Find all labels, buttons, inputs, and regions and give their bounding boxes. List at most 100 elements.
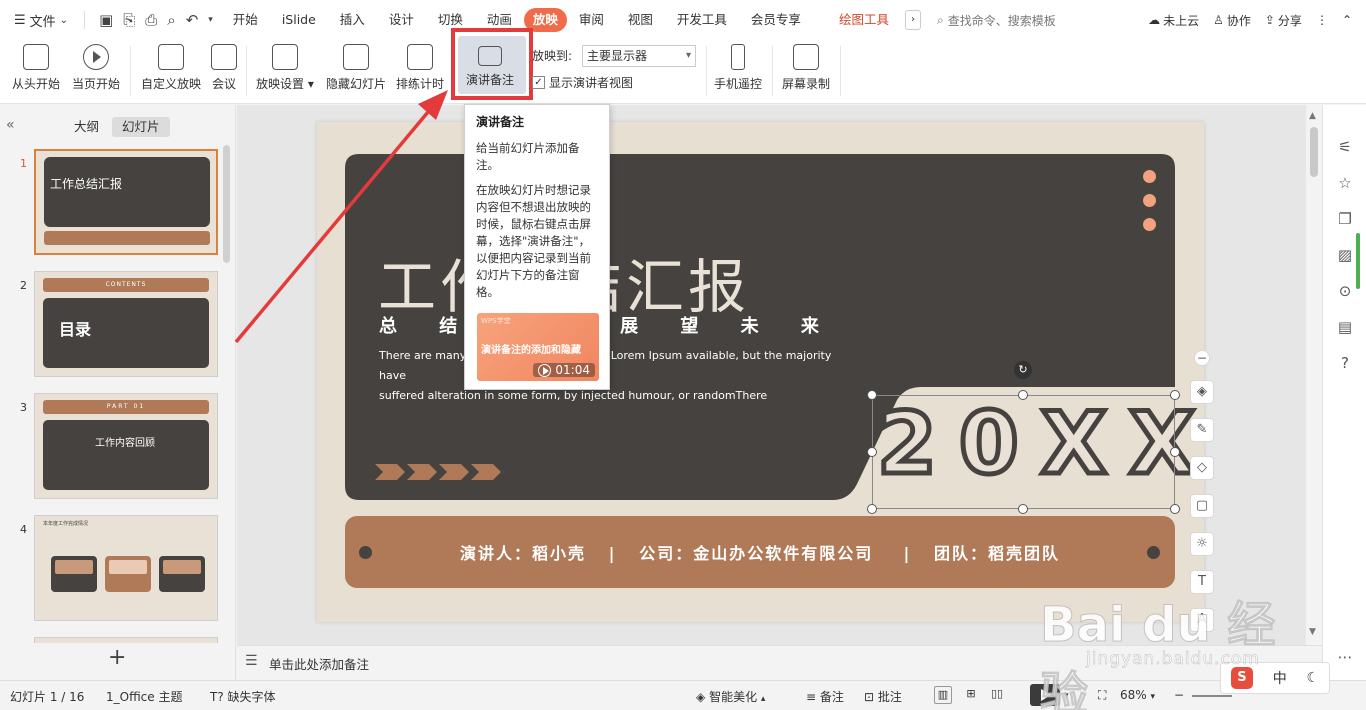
cloud-button[interactable]: ☁ 未上云 bbox=[1148, 12, 1199, 29]
tab-review[interactable]: 审阅 bbox=[567, 8, 616, 32]
properties-icon[interactable]: ⚟ bbox=[1335, 137, 1355, 157]
resize-handle[interactable] bbox=[1170, 447, 1180, 457]
fill-icon[interactable]: ◇ bbox=[1190, 456, 1214, 480]
zoom-slider[interactable] bbox=[1192, 695, 1232, 697]
slide-thumbnail-3[interactable]: PART 01 工作内容回顾 bbox=[34, 393, 218, 499]
slide-thumbnail-1[interactable]: 工作总结汇报 20XX bbox=[34, 149, 218, 255]
tab-member[interactable]: 会员专享 bbox=[739, 8, 813, 32]
file-menu[interactable]: ☰ 文件 ⌄ bbox=[0, 0, 78, 40]
reading-view-button[interactable]: ▯▯ bbox=[988, 686, 1006, 704]
resize-handle[interactable] bbox=[867, 504, 877, 514]
print-preview-icon[interactable]: ⌕ bbox=[167, 11, 175, 29]
collapse-ribbon-icon[interactable]: ⌃ bbox=[1342, 13, 1352, 27]
text-style-icon[interactable]: A bbox=[1190, 608, 1214, 632]
save-icon[interactable]: ▣ bbox=[99, 11, 113, 29]
chevron-up-icon: ▴ bbox=[760, 694, 766, 704]
play-from-current-button[interactable]: 当页开始 bbox=[72, 44, 120, 92]
play-options-icon[interactable]: ▾ bbox=[1064, 691, 1069, 701]
brush-icon[interactable]: ✎ bbox=[1190, 418, 1214, 442]
export-pdf-icon[interactable]: ⎘ bbox=[123, 11, 135, 29]
normal-view-button[interactable]: ▥ bbox=[934, 686, 952, 704]
copy-icon[interactable]: ❐ bbox=[1335, 209, 1355, 229]
tab-drawing-tools[interactable]: 绘图工具 bbox=[827, 8, 901, 32]
more-icon[interactable]: ⋯ bbox=[1335, 647, 1355, 667]
play-from-start-button[interactable]: 从头开始 bbox=[12, 44, 60, 92]
star-icon[interactable]: ☆ bbox=[1335, 173, 1355, 193]
scroll-down-icon[interactable]: ▼ bbox=[1309, 627, 1316, 637]
grid-view-button[interactable]: ⊞ bbox=[962, 686, 980, 704]
undo-icon[interactable]: ↶ bbox=[186, 11, 199, 29]
share-button[interactable]: ⇪ 分享 bbox=[1265, 12, 1302, 29]
rehearse-timing-button[interactable]: 排练计时 bbox=[396, 44, 444, 92]
location-icon[interactable]: ⊙ bbox=[1335, 281, 1355, 301]
meeting-button[interactable]: 会议 bbox=[211, 44, 237, 92]
tooltip-description: 给当前幻灯片添加备注。 bbox=[476, 141, 580, 172]
tab-view[interactable]: 视图 bbox=[616, 8, 665, 32]
fit-window-icon[interactable]: ⛶ bbox=[1098, 688, 1106, 703]
command-search[interactable]: ⌕ 查找命令、搜索模板 bbox=[937, 12, 1056, 29]
canvas-vertical-scrollbar[interactable]: ▲ ▼ bbox=[1306, 105, 1322, 645]
screen-record-button[interactable]: 屏幕录制 bbox=[782, 44, 830, 92]
slide-footer-text[interactable]: 演讲人：稻小壳 | 公司：金山办公软件有限公司 | 团队：稻壳团队 bbox=[345, 540, 1175, 564]
slide-footer-bar: 演讲人：稻小壳 | 公司：金山办公软件有限公司 | 团队：稻壳团队 bbox=[345, 516, 1175, 588]
tooltip-video[interactable]: WPS学堂 演讲备注的添加和隐藏 01:04 bbox=[477, 313, 599, 381]
missing-font-button[interactable]: T? 缺失字体 bbox=[210, 688, 276, 705]
play-slideshow-button[interactable] bbox=[1030, 684, 1060, 706]
presenter-view-checkbox[interactable]: ✓ 显示演讲者视图 bbox=[532, 74, 633, 91]
resize-handle[interactable] bbox=[1018, 504, 1028, 514]
show-settings-button[interactable]: 放映设置 ▾ bbox=[256, 44, 314, 92]
collaborate-button[interactable]: ♙ 协作 bbox=[1213, 12, 1251, 29]
scroll-up-icon[interactable]: ▲ bbox=[1309, 111, 1316, 121]
ime-toolbar[interactable]: S 中 ☾ bbox=[1220, 662, 1330, 694]
hide-slide-button[interactable]: 隐藏幻灯片 bbox=[326, 44, 386, 92]
print-icon[interactable]: ⎙ bbox=[145, 11, 157, 29]
tab-islide[interactable]: iSlide bbox=[270, 8, 328, 32]
image-icon[interactable]: ▨ bbox=[1335, 245, 1355, 265]
resize-handle[interactable] bbox=[867, 447, 877, 457]
book-icon[interactable]: ▤ bbox=[1335, 317, 1355, 337]
notes-toggle-button[interactable]: ≡ 备注 bbox=[806, 688, 844, 705]
undo-dropdown-icon[interactable]: ▾ bbox=[208, 15, 213, 25]
slide-thumbnail-2[interactable]: CONTENTS 目录 bbox=[34, 271, 218, 377]
cloud-label: 未上云 bbox=[1163, 13, 1200, 28]
help-icon[interactable]: ? bbox=[1335, 353, 1355, 373]
layers-icon[interactable]: ◈ bbox=[1190, 380, 1214, 404]
tab-design[interactable]: 设计 bbox=[377, 8, 426, 32]
more-options-icon[interactable]: ⋮ bbox=[1316, 13, 1328, 27]
show-settings-label: 放映设置 ▾ bbox=[256, 77, 314, 91]
rotate-handle-icon[interactable]: ↻ bbox=[1014, 361, 1032, 379]
custom-show-button[interactable]: 自定义放映 bbox=[141, 44, 201, 92]
text-format-icon[interactable]: T bbox=[1190, 570, 1214, 594]
tab-developer[interactable]: 开发工具 bbox=[665, 8, 739, 32]
resize-handle[interactable] bbox=[1170, 390, 1180, 400]
tab-home[interactable]: 开始 bbox=[221, 8, 270, 32]
comments-button[interactable]: ⊡ 批注 bbox=[864, 688, 902, 705]
slide-panel-scrollbar[interactable] bbox=[223, 145, 230, 263]
resize-handle[interactable] bbox=[1018, 390, 1028, 400]
collapse-panel-icon[interactable]: « bbox=[6, 117, 15, 133]
smart-beautify-button[interactable]: ◈ 智能美化 ▴ bbox=[696, 688, 765, 705]
tab-slides[interactable]: 幻灯片 bbox=[112, 117, 170, 137]
scrollbar-thumb[interactable] bbox=[1310, 127, 1318, 177]
slide-thumbnail-4[interactable]: 本年度工作完成情况 bbox=[34, 515, 218, 621]
collapse-toolbar-icon[interactable]: − bbox=[1194, 350, 1210, 366]
zoom-level[interactable]: 68% ▾ bbox=[1120, 688, 1155, 702]
show-to-select[interactable]: 主要显示器 bbox=[582, 45, 696, 67]
tab-outline[interactable]: 大纲 bbox=[64, 117, 109, 137]
zoom-out-icon[interactable]: − bbox=[1174, 688, 1184, 702]
resize-handle[interactable] bbox=[1170, 504, 1180, 514]
ime-mode-label[interactable]: 中 bbox=[1273, 668, 1287, 688]
tab-insert[interactable]: 插入 bbox=[328, 8, 377, 32]
slide-1[interactable]: 工作总结汇报 总 结 工 作 展 望 未 来 There are many va… bbox=[317, 122, 1204, 622]
slide-thumbnail-5-partial[interactable] bbox=[34, 637, 218, 643]
phone-remote-button[interactable]: 手机遥控 bbox=[714, 44, 762, 92]
moon-icon[interactable]: ☾ bbox=[1307, 670, 1320, 686]
outline-icon[interactable]: ▢ bbox=[1190, 494, 1214, 518]
selection-box[interactable] bbox=[872, 395, 1175, 509]
resize-handle[interactable] bbox=[867, 390, 877, 400]
add-slide-button[interactable]: + bbox=[108, 645, 126, 670]
notes-pane[interactable]: ☰ 单击此处添加备注 bbox=[237, 645, 1322, 680]
theme-name[interactable]: 1_Office 主题 bbox=[106, 688, 182, 705]
more-tabs-button[interactable]: › bbox=[904, 10, 921, 30]
lightbulb-icon[interactable]: ☼ bbox=[1190, 532, 1214, 556]
